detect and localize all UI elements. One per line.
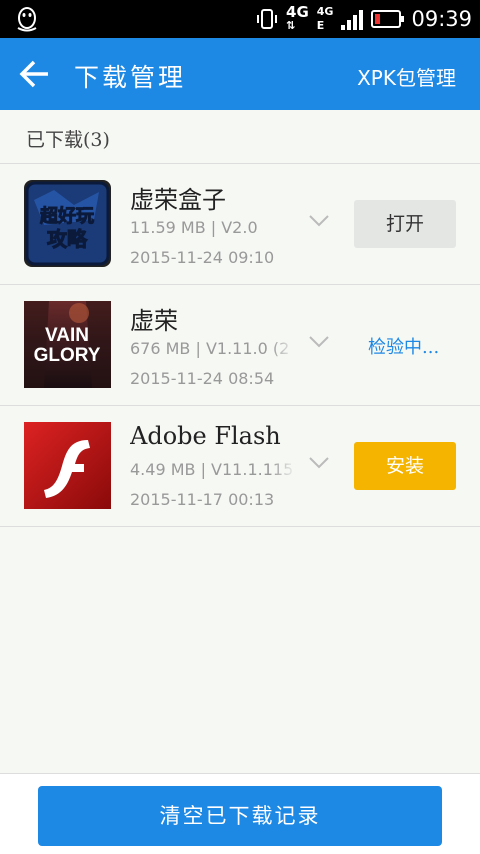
svg-text:GLORY: GLORY (34, 345, 101, 366)
battery-icon (371, 10, 405, 28)
network-4g-indicator: 4G ⇅ (286, 3, 309, 33)
vibrate-icon (257, 9, 278, 29)
svg-text:超好玩: 超好玩 (40, 205, 94, 227)
app-icon-vainglory-box: 超好玩 攻略 (24, 180, 111, 267)
qq-penguin-icon (17, 7, 37, 32)
clock: 09:39 (411, 7, 472, 31)
app-download-date: 2015-11-24 08:54 (130, 369, 275, 388)
list-item[interactable]: 超好玩 攻略 虚荣盒子 11.59 MB | V2.0 2015-11-24 0… (0, 164, 480, 285)
chevron-down-icon[interactable] (308, 335, 330, 349)
status-bar: 4G ⇅ 4G E 09:39 (0, 0, 480, 38)
install-button[interactable]: 安装 (354, 442, 456, 490)
clear-download-records-button[interactable]: 清空已下载记录 (38, 786, 442, 846)
chevron-down-icon[interactable] (308, 456, 330, 470)
svg-text:VAIN: VAIN (45, 325, 89, 346)
open-button[interactable]: 打开 (354, 200, 456, 248)
app-name: Adobe Flash P (130, 422, 288, 450)
app-size-version: 11.59 MB | V2.0 (130, 218, 258, 237)
svg-text:攻略: 攻略 (47, 227, 88, 251)
list-item[interactable]: VAIN GLORY 虚荣 676 MB | V1.11.0 (2 2015-1… (0, 285, 480, 406)
app-download-date: 2015-11-24 09:10 (130, 248, 275, 267)
app-name: 虚荣 (130, 307, 178, 335)
app-icon-vainglory: VAIN GLORY (24, 301, 111, 388)
xpk-manager-link[interactable]: XPK包管理 (357, 62, 456, 91)
verifying-status: 检验中... (368, 337, 440, 358)
list-item[interactable]: Adobe Flash P 4.49 MB | V11.1.115 2015-1… (0, 406, 480, 527)
page-title: 下载管理 (74, 63, 187, 92)
signal-strength-icon (341, 8, 364, 30)
app-name: 虚荣盒子 (130, 186, 226, 214)
bottom-bar: 清空已下载记录 (0, 773, 480, 854)
downloaded-count-label: 已下载(3) (26, 129, 110, 151)
downloaded-section-header: 已下载(3) (0, 110, 480, 164)
app-bar: 下载管理 XPK包管理 (0, 38, 480, 110)
app-download-date: 2015-11-17 00:13 (130, 490, 275, 509)
app-size-version: 4.49 MB | V11.1.115 (130, 460, 294, 479)
chevron-down-icon[interactable] (308, 214, 330, 228)
app-size-version: 676 MB | V1.11.0 (2 (130, 339, 290, 358)
network-4g-e-indicator: 4G E (316, 5, 334, 32)
app-icon-adobe-flash (24, 422, 111, 509)
back-arrow-icon[interactable] (18, 58, 52, 90)
